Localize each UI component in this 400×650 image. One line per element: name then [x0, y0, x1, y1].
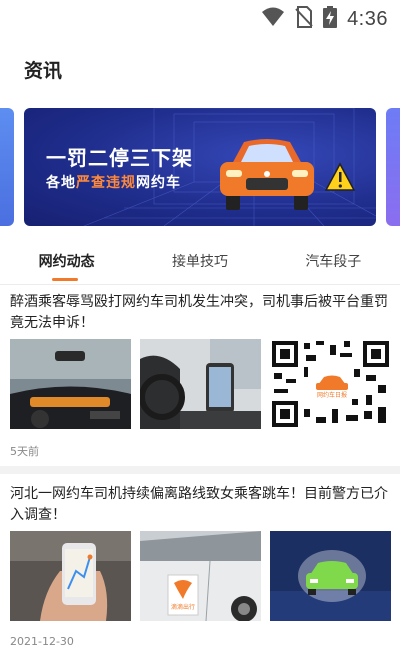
article-time: 2021-12-30 — [10, 635, 74, 648]
active-tab-indicator — [52, 278, 78, 281]
banner-headline: 一罚二停三下架 — [46, 146, 193, 170]
banner-subtitle-highlight: 严查违规 — [76, 175, 136, 191]
wifi-icon — [261, 7, 285, 31]
dashboard-camera-image — [10, 339, 131, 429]
phone-holder-image — [140, 339, 261, 429]
banner-subtitle: 各地严查违规网约车 — [46, 172, 181, 192]
no-sim-icon — [295, 6, 313, 32]
qr-code-image: 网约车日报 — [270, 339, 391, 429]
tab-label: 汽车段子 — [305, 254, 362, 270]
banner-prev-peek[interactable] — [0, 108, 14, 226]
article-thumbnails[interactable]: 滴滴出行 — [10, 531, 391, 621]
banner-next-peek[interactable] — [386, 108, 400, 226]
article-title[interactable]: 醉酒乘客辱骂殴打网约车司机发生冲突，司机事后被平台重罚竟无法申诉！ — [10, 292, 392, 334]
status-bar: 4:36 — [0, 0, 400, 36]
tab-label: 接单技巧 — [171, 254, 228, 270]
page-title: 资讯 — [24, 60, 63, 82]
banner-subtitle-prefix: 各地 — [46, 175, 76, 191]
tab-car-jokes[interactable]: 汽车段子 — [267, 240, 400, 284]
qr-caption: 网约车日报 — [317, 391, 347, 399]
banner-subtitle-suffix: 网约车 — [136, 175, 181, 191]
tab-order-tips[interactable]: 接单技巧 — [133, 240, 266, 284]
tab-label: 网约动态 — [38, 254, 95, 270]
tab-divider — [0, 284, 400, 285]
battery-charging-icon — [323, 6, 338, 32]
door-logo-text: 滴滴出行 — [171, 603, 195, 611]
article-title[interactable]: 河北一网约车司机持续偏离路线致女乘客跳车！目前警方已介入调查！ — [10, 484, 392, 526]
article-time: 5天前 — [10, 445, 39, 458]
tab-online-ride-news[interactable]: 网约动态 — [0, 240, 133, 284]
orange-car-illustration — [220, 139, 356, 210]
didi-car-door-image: 滴滴出行 — [140, 531, 261, 621]
article-separator — [0, 466, 400, 474]
hand-phone-map-image — [10, 531, 131, 621]
green-car-image — [270, 531, 391, 621]
article-thumbnails[interactable]: 网约车日报 — [10, 339, 391, 429]
banner[interactable]: 一罚二停三下架 各地严查违规网约车 — [24, 108, 376, 226]
news-tabs: 网约动态 接单技巧 汽车段子 — [0, 240, 400, 284]
status-time: 4:36 — [347, 7, 388, 30]
